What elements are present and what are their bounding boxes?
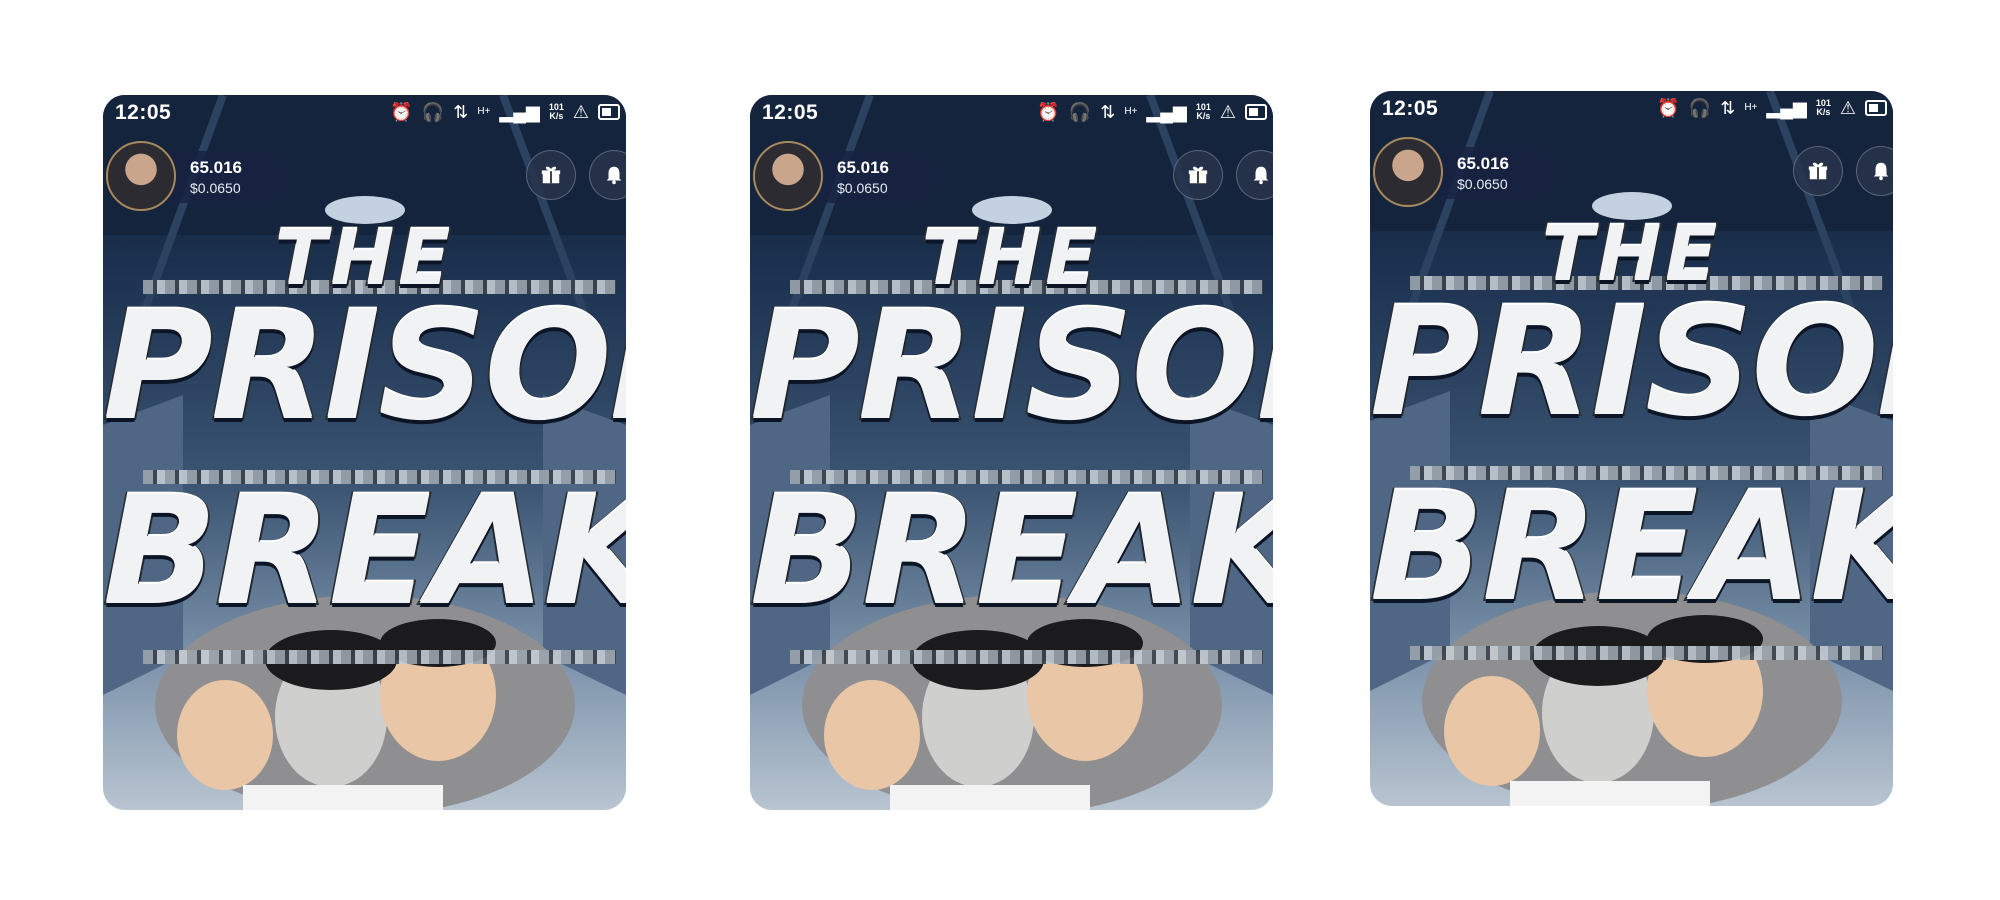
usd-balance: $0.0650: [837, 180, 888, 196]
avatar[interactable]: [106, 141, 176, 211]
profile-widget[interactable]: 65.016 $0.0650: [106, 141, 291, 211]
network-type: H+: [1744, 102, 1758, 113]
status-time: 12:05: [115, 101, 172, 124]
profile-widget[interactable]: 65.016 $0.0650: [753, 141, 938, 211]
gift-icon: [1808, 162, 1828, 180]
status-bar: 12:05 ⏰ 🎧 ⇅ H+ ▂▄▆ 101 K/s ⚠: [750, 95, 1273, 135]
data-arrows-icon: ⇅: [1100, 102, 1116, 122]
speed-unit: K/s: [1196, 111, 1211, 121]
barbed-wire: [790, 650, 1263, 664]
battery-icon: [1865, 100, 1887, 116]
bell-icon: [606, 166, 622, 185]
headphones-icon: 🎧: [421, 102, 445, 122]
bell-icon: [1253, 166, 1269, 185]
gift-icon: [541, 166, 561, 184]
title-line-break: BREAK: [103, 463, 626, 641]
usd-balance: $0.0650: [190, 180, 241, 196]
battery-icon: [598, 104, 620, 120]
title-line-prison: PRISON: [103, 278, 626, 456]
phone-screen-1: THE PRISON BREAK 12:05 ⏰ 🎧 ⇅ H+ ▂▄▆ 101 …: [103, 95, 626, 810]
barbed-wire: [1410, 646, 1883, 660]
phone-screen-3: THE PRISON BREAK 12:05 ⏰ 🎧 ⇅ H+ ▂▄▆ 101 …: [1370, 91, 1893, 806]
gift-icon: [1188, 166, 1208, 184]
alarm-icon: ⏰: [1037, 102, 1060, 122]
title-line-break: BREAK: [750, 463, 1273, 641]
usd-balance: $0.0650: [1457, 176, 1508, 192]
gift-button[interactable]: [1793, 146, 1843, 196]
signal-icon: ▂▄▆: [1766, 98, 1807, 118]
status-time: 12:05: [762, 101, 819, 124]
warning-icon: ⚠: [1219, 102, 1236, 122]
alarm-icon: ⏰: [1657, 98, 1680, 118]
avatar[interactable]: [1373, 137, 1443, 207]
alarm-icon: ⏰: [390, 102, 413, 122]
phone-screen-2: THE PRISON BREAK 12:05 ⏰ 🎧 ⇅ H+ ▂▄▆ 101 …: [750, 95, 1273, 810]
status-bar: 12:05 ⏰ 🎧 ⇅ H+ ▂▄▆ 101 K/s ⚠: [1370, 91, 1893, 131]
network-type: H+: [1124, 106, 1138, 117]
barbed-wire: [143, 650, 616, 664]
bell-icon: [1873, 162, 1889, 181]
title-line-prison: PRISON: [750, 278, 1273, 456]
token-balance: 65.016: [190, 158, 242, 177]
headphones-icon: 🎧: [1068, 102, 1092, 122]
data-arrows-icon: ⇅: [1720, 98, 1736, 118]
title-line-break: BREAK: [1370, 459, 1893, 637]
signal-icon: ▂▄▆: [499, 102, 540, 122]
gift-button[interactable]: [1173, 150, 1223, 200]
speed-unit: K/s: [549, 111, 564, 121]
status-bar: 12:05 ⏰ 🎧 ⇅ H+ ▂▄▆ 101 K/s ⚠: [103, 95, 626, 135]
battery-icon: [1245, 104, 1267, 120]
status-time: 12:05: [1382, 97, 1439, 120]
warning-icon: ⚠: [572, 102, 589, 122]
title-line-prison: PRISON: [1370, 274, 1893, 452]
signal-icon: ▂▄▆: [1146, 102, 1187, 122]
network-type: H+: [477, 106, 491, 117]
speed-unit: K/s: [1816, 107, 1831, 117]
avatar[interactable]: [753, 141, 823, 211]
warning-icon: ⚠: [1839, 98, 1856, 118]
gift-button[interactable]: [526, 150, 576, 200]
headphones-icon: 🎧: [1688, 98, 1712, 118]
token-balance: 65.016: [1457, 154, 1509, 173]
profile-widget[interactable]: 65.016 $0.0650: [1373, 137, 1558, 207]
data-arrows-icon: ⇅: [453, 102, 469, 122]
token-balance: 65.016: [837, 158, 889, 177]
